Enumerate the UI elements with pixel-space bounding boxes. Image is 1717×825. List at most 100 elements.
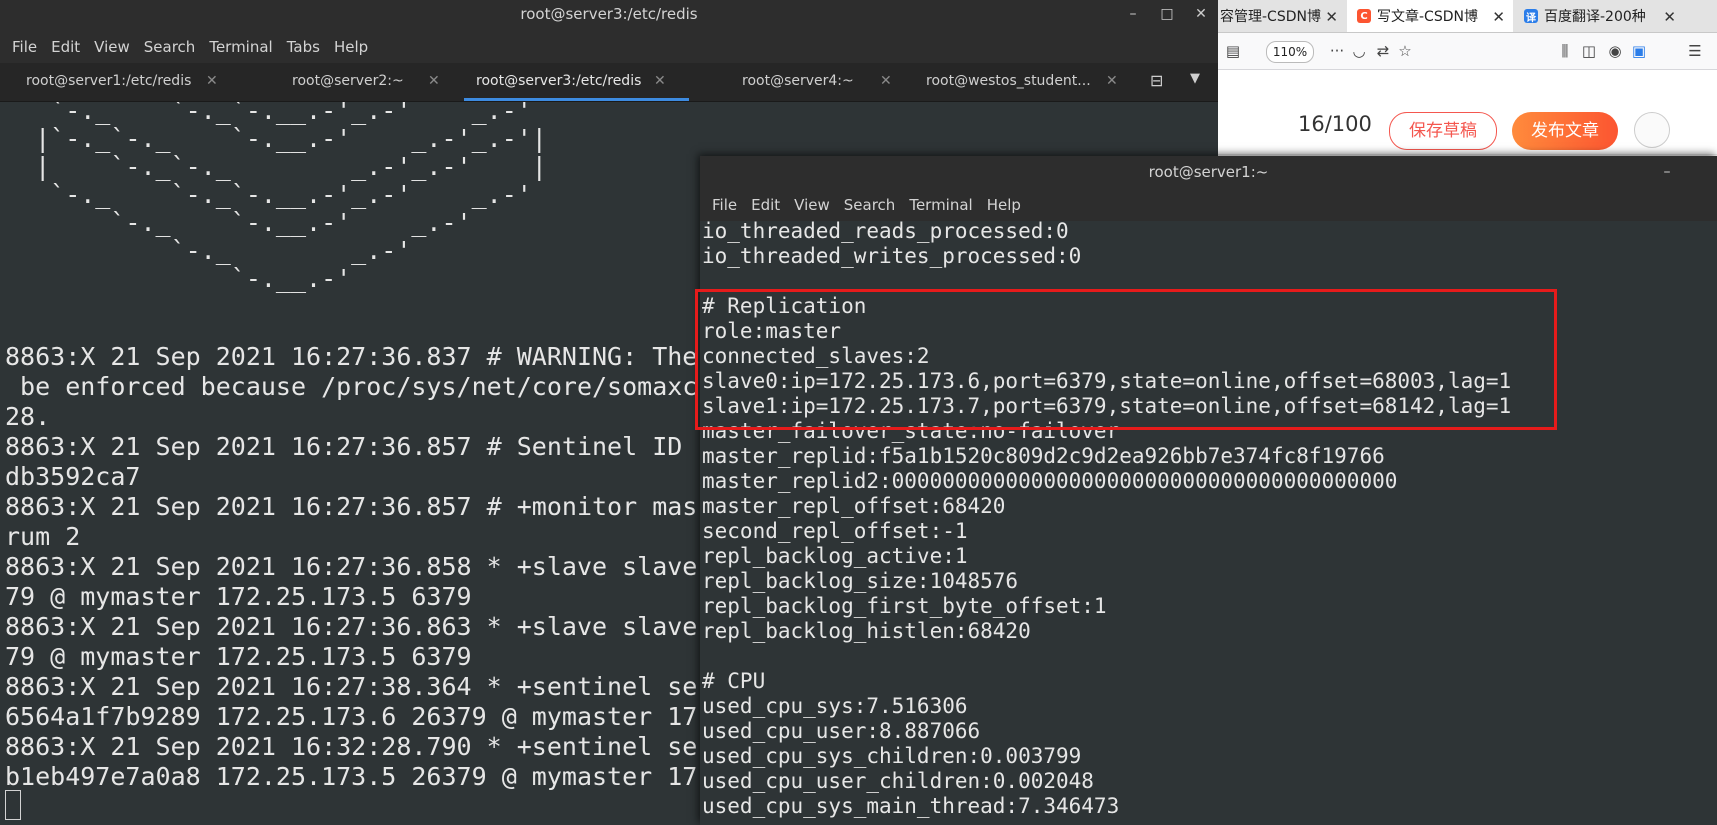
terminal-line: io_threaded_reads_processed:0: [702, 221, 1069, 243]
terminal-line: 28.: [5, 402, 51, 431]
terminal-line: # CPU: [702, 669, 766, 693]
tab-server2[interactable]: root@server2:~ ✕: [292, 63, 442, 101]
terminal-line: 8863:X 21 Sep 2021 16:27:36.863 * +slave…: [5, 612, 698, 641]
menu-bar: File Edit View Search Terminal Help: [700, 189, 1717, 221]
terminal-tab-bar: root@server1:/etc/redis ✕ root@server2:~…: [0, 63, 1218, 102]
terminal-line: | `-._`-._ _.-'_.-' |: [5, 152, 547, 181]
menu-search[interactable]: Search: [144, 38, 196, 56]
menu-file[interactable]: File: [12, 38, 37, 56]
close-icon[interactable]: ✕: [1663, 8, 1676, 26]
title-word-counter: 16/100: [1298, 112, 1372, 136]
tab-server4[interactable]: root@server4:~ ✕: [742, 63, 892, 101]
browser-tab-bar: 容管理-CSDN博 ✕ C 写文章-CSDN博 ✕ 译 百度翻译-200种 ✕: [1218, 0, 1717, 33]
baidu-translate-icon: 译: [1524, 9, 1538, 24]
menu-edit[interactable]: Edit: [751, 196, 780, 214]
translate-extension-icon[interactable]: ▣: [1630, 42, 1648, 60]
terminal-line: 79 @ mymaster 172.25.173.5 6379: [5, 582, 472, 611]
terminal-line: 79 @ mymaster 172.25.173.5 6379: [5, 642, 472, 671]
terminal-line: used_cpu_user:8.887066: [702, 719, 981, 743]
replication-highlight-box: [695, 289, 1557, 430]
tab-label: root@server3:/etc/redis: [476, 73, 642, 89]
browser-tab-content-manage[interactable]: 容管理-CSDN博 ✕: [1218, 0, 1346, 32]
terminal-line: 8863:X 21 Sep 2021 16:32:28.790 * +senti…: [5, 732, 698, 761]
terminal-line: |`-._`-._ `-.__.-' _.-'_.-'|: [5, 124, 547, 153]
tab-server1[interactable]: root@server1:/etc/redis ✕: [26, 63, 226, 101]
browser-toolbar: ▤ 110% ··· ◡ ⇄ ☆ ⫼ ◫ ◉ ▣ ☰: [1218, 33, 1717, 70]
tab-westos-student[interactable]: root@westos_student... ✕: [926, 63, 1126, 101]
menu-tabs[interactable]: Tabs: [287, 38, 320, 56]
terminal-window-server1: root@server1:~ –□ File Edit View Search …: [695, 156, 1717, 825]
menu-terminal[interactable]: Terminal: [909, 196, 972, 214]
terminal-line: `-._ `-.__.-' _.-': [5, 208, 472, 237]
translate-icon[interactable]: ⇄: [1374, 42, 1392, 60]
close-icon[interactable]: ✕: [428, 63, 440, 99]
new-tab-icon[interactable]: ⊟: [1150, 71, 1163, 90]
close-icon[interactable]: ✕: [1492, 8, 1505, 26]
more-icon[interactable]: ···: [1328, 42, 1346, 60]
terminal-line: 8863:X 21 Sep 2021 16:27:36.858 * +slave…: [5, 552, 698, 581]
close-icon[interactable]: ✕: [880, 63, 892, 99]
terminal-line: `-.__.-': [5, 264, 352, 293]
menu-bar: File Edit View Search Terminal Tabs Help: [0, 30, 1218, 63]
terminal-line: be enforced because /proc/sys/net/core/s…: [5, 372, 698, 401]
tab-label: root@server2:~: [292, 73, 404, 89]
browser-tab-label: 写文章-CSDN博: [1377, 9, 1478, 25]
window-title: root@server1:~: [700, 156, 1717, 189]
terminal-line: db3592ca7: [5, 462, 141, 491]
terminal-cursor: [5, 790, 21, 820]
zoom-level[interactable]: 110%: [1266, 41, 1314, 63]
terminal-line: b1eb497e7a0a8 172.25.173.5 26379 @ mymas…: [5, 762, 698, 791]
reader-view-icon[interactable]: ▤: [1224, 42, 1242, 60]
terminal-line: repl_backlog_histlen:68420: [702, 619, 1031, 643]
library-icon[interactable]: ⫼: [1556, 42, 1574, 60]
close-icon[interactable]: ✕: [1184, 0, 1218, 28]
csdn-icon: C: [1357, 9, 1371, 23]
window-controls: –□: [1650, 158, 1717, 208]
terminal-line: used_cpu_user_children:0.002048: [702, 769, 1094, 793]
terminal-line: `-._ _.-': [5, 236, 412, 265]
browser-tab-label: 容管理-CSDN博: [1220, 9, 1321, 25]
tab-list-dropdown-icon[interactable]: ▼: [1190, 71, 1200, 86]
minimize-icon[interactable]: –: [1650, 158, 1684, 186]
menu-view[interactable]: View: [794, 196, 830, 214]
browser-tab-label: 百度翻译-200种: [1544, 9, 1646, 25]
terminal-line: io_threaded_writes_processed:0: [702, 244, 1082, 268]
menu-view[interactable]: View: [94, 38, 130, 56]
terminal-line: repl_backlog_size:1048576: [702, 569, 1019, 593]
hamburger-menu-icon[interactable]: ☰: [1686, 42, 1704, 60]
avatar[interactable]: [1634, 112, 1670, 148]
close-icon[interactable]: ✕: [654, 63, 666, 99]
save-draft-button[interactable]: 保存草稿: [1389, 112, 1497, 150]
pocket-icon[interactable]: ◡: [1350, 42, 1368, 60]
menu-terminal[interactable]: Terminal: [209, 38, 272, 56]
tab-label: root@server4:~: [742, 73, 854, 89]
terminal-line: used_cpu_sys:7.516306: [702, 694, 968, 718]
menu-help[interactable]: Help: [987, 196, 1021, 214]
minimize-icon[interactable]: –: [1116, 0, 1150, 28]
close-icon[interactable]: ✕: [1106, 63, 1118, 99]
terminal-line: master_repl_offset:68420: [702, 494, 1006, 518]
tab-server3[interactable]: root@server3:/etc/redis ✕: [464, 63, 689, 101]
terminal-line: 8863:X 21 Sep 2021 16:27:38.364 * +senti…: [5, 672, 698, 701]
terminal-line: 8863:X 21 Sep 2021 16:27:36.857 # Sentin…: [5, 432, 683, 461]
terminal-line: repl_backlog_active:1: [702, 544, 968, 568]
menu-search[interactable]: Search: [844, 196, 896, 214]
terminal-line: 8863:X 21 Sep 2021 16:27:36.837 # WARNIN…: [5, 342, 698, 371]
account-icon[interactable]: ◉: [1606, 42, 1624, 60]
publish-article-button[interactable]: 发布文章: [1512, 112, 1618, 150]
terminal-line: rum 2: [5, 522, 81, 551]
bookmark-star-icon[interactable]: ☆: [1396, 42, 1414, 60]
browser-tab-write-article[interactable]: C 写文章-CSDN博 ✕: [1347, 0, 1513, 32]
menu-edit[interactable]: Edit: [51, 38, 80, 56]
menu-help[interactable]: Help: [334, 38, 368, 56]
tab-label: root@westos_student...: [926, 73, 1091, 89]
terminal-line: used_cpu_sys_children:0.003799: [702, 744, 1082, 768]
terminal-line: repl_backlog_first_byte_offset:1: [702, 594, 1107, 618]
menu-file[interactable]: File: [712, 196, 737, 214]
close-icon[interactable]: ✕: [1325, 8, 1338, 26]
terminal-line: `-._ `-._`-.__.-'_.-' _.-': [5, 102, 532, 125]
close-icon[interactable]: ✕: [206, 63, 218, 99]
maximize-icon[interactable]: □: [1150, 0, 1184, 28]
browser-tab-baidu-translate[interactable]: 译 百度翻译-200种 ✕: [1514, 0, 1684, 32]
sidebar-icon[interactable]: ◫: [1580, 42, 1598, 60]
